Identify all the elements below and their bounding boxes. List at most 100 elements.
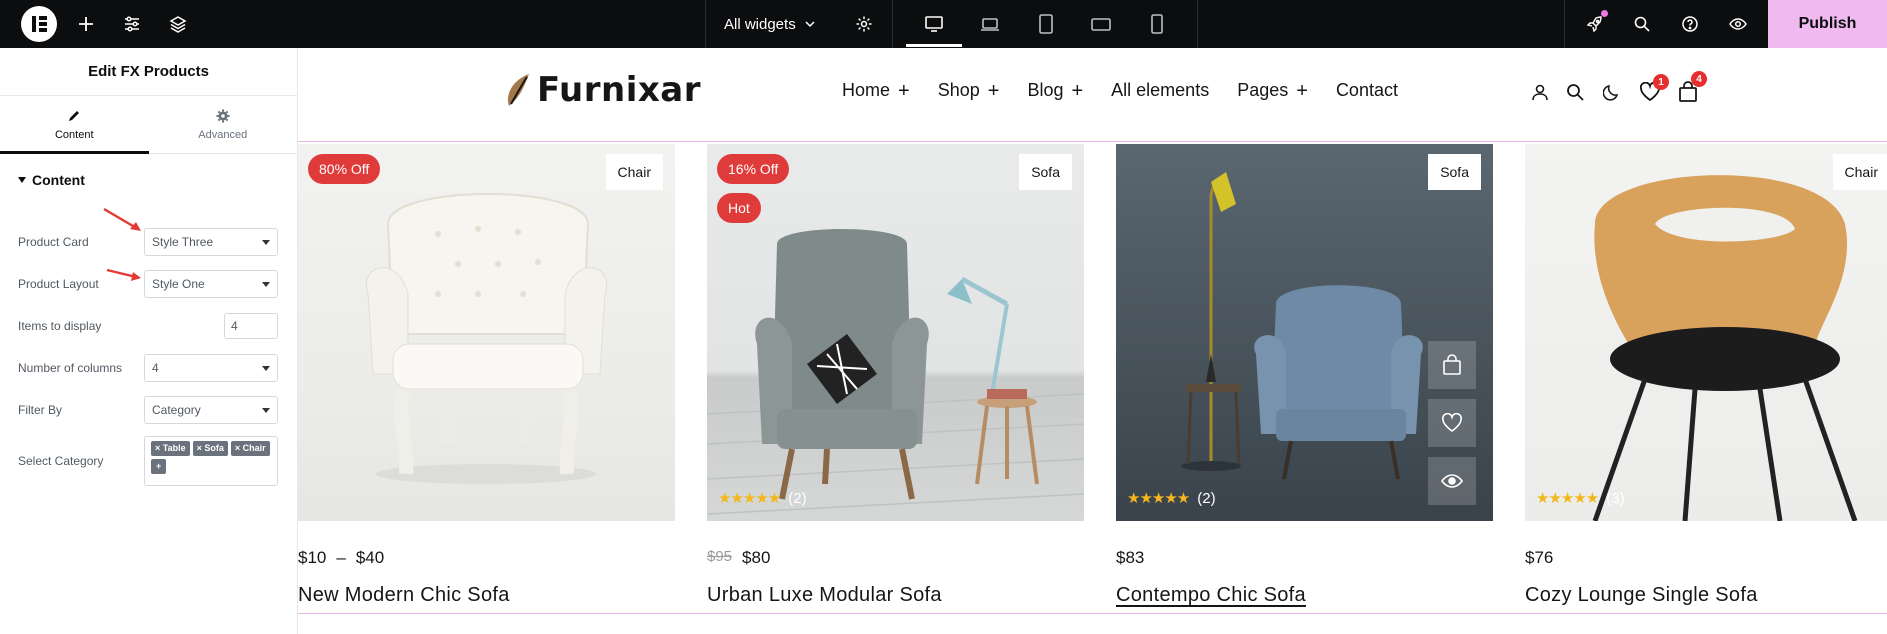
product-layout-label: Product Layout — [18, 277, 99, 291]
wishlist-count-badge: 1 — [1653, 74, 1669, 90]
product-price: $95 $80 — [707, 548, 770, 568]
editor-topbar: All widgets Publish — [0, 0, 1887, 48]
category-label[interactable]: Sofa — [1019, 154, 1072, 190]
plus-icon: + — [898, 79, 910, 102]
site-logo[interactable]: Furnixar — [503, 70, 701, 110]
product-image[interactable]: 80% Off Chair — [298, 144, 675, 521]
product-title[interactable]: Cozy Lounge Single Sofa — [1525, 584, 1758, 607]
pencil-icon — [69, 110, 80, 121]
content-section-toggle[interactable]: Content — [0, 154, 297, 206]
star-rating-icon: ★★★★★ — [718, 490, 781, 507]
category-label[interactable]: Chair — [605, 154, 663, 190]
dark-mode-moon-icon[interactable] — [1600, 80, 1624, 104]
nav-label: Pages — [1237, 80, 1289, 100]
heart-icon — [1442, 413, 1462, 432]
nav-item-pages[interactable]: Pages + — [1237, 80, 1308, 101]
category-tag-input[interactable]: × Table × Sofa × Chair + — [144, 436, 278, 486]
control-select-category: Select Category × Table × Sofa × Chair + — [18, 436, 278, 486]
product-title[interactable]: Urban Luxe Modular Sofa — [707, 584, 942, 607]
rating-count: (3) — [1606, 489, 1625, 507]
user-account-icon[interactable] — [1528, 80, 1552, 104]
product-rating: ★★★★★ (2) — [1127, 489, 1216, 508]
add-tag-button[interactable]: + — [151, 459, 167, 474]
product-image[interactable]: Chair ★★★★★ (3) — [1525, 144, 1887, 521]
preview-eye-icon[interactable] — [1726, 12, 1750, 36]
product-card[interactable]: 80% Off Chair $10 – $40 New Modern Chic … — [298, 144, 675, 606]
mobile-device-icon[interactable] — [1145, 12, 1169, 36]
gear-icon — [216, 109, 230, 122]
product-image[interactable]: Sofa ★★★★★ (2) — [1116, 144, 1493, 521]
annotation-arrow-icon — [106, 268, 141, 281]
search-icon[interactable] — [1630, 12, 1654, 36]
product-card[interactable]: 16% Off Hot Sofa ★★★★★ (2) $95 $80 Urban… — [707, 144, 1084, 606]
control-items-to-display: Items to display 4 — [18, 312, 278, 340]
rating-count: (2) — [1197, 489, 1216, 507]
columns-value: 4 — [152, 361, 159, 375]
columns-select[interactable]: 4 — [144, 354, 278, 382]
product-title[interactable]: New Modern Chic Sofa — [298, 584, 510, 607]
tag-chair[interactable]: × Chair — [230, 441, 270, 456]
widget-settings-panel: Edit FX Products Content Advanced Conten… — [0, 48, 298, 634]
nav-item-contact[interactable]: Contact — [1336, 80, 1398, 101]
chevron-down-icon — [805, 21, 815, 28]
nav-label: Contact — [1335, 80, 1398, 100]
tablet-portrait-icon[interactable] — [1034, 12, 1058, 36]
widgets-filter-dropdown[interactable]: All widgets — [724, 0, 816, 48]
notification-dot — [1601, 10, 1608, 17]
product-card[interactable]: Sofa ★★★★★ (2) $83 Contempo Chic Sofa — [1116, 144, 1493, 606]
control-product-layout: Product Layout Style One — [18, 270, 278, 298]
product-layout-select[interactable]: Style One — [144, 270, 278, 298]
main-navigation: Home + Shop + Blog + All elements Pages + Co… — [842, 80, 1398, 101]
quick-view-button[interactable] — [1428, 457, 1476, 505]
caret-icon — [262, 281, 270, 287]
site-settings-icon[interactable] — [120, 12, 144, 36]
laptop-device-icon[interactable] — [978, 12, 1002, 36]
tag-sofa[interactable]: × Sofa — [192, 441, 228, 456]
elementor-logo-button[interactable] — [21, 6, 57, 42]
panel-title: Edit FX Products — [0, 48, 297, 96]
product-card-select[interactable]: Style Three — [144, 228, 278, 256]
star-rating-icon: ★★★★★ — [1536, 490, 1599, 507]
active-device-indicator — [906, 44, 962, 47]
help-icon[interactable] — [1678, 12, 1702, 36]
desktop-device-icon[interactable] — [922, 12, 946, 36]
section-label: Content — [32, 172, 85, 188]
tablet-landscape-icon[interactable] — [1089, 12, 1113, 36]
publish-button[interactable]: Publish — [1768, 0, 1887, 48]
add-to-cart-button[interactable] — [1428, 341, 1476, 389]
nav-label: Home — [842, 80, 891, 100]
structure-layers-icon[interactable] — [166, 12, 190, 36]
hot-badge: Hot — [717, 193, 761, 223]
leaf-logo-icon — [507, 74, 529, 106]
discount-badge: 80% Off — [308, 154, 381, 184]
nav-item-home[interactable]: Home + — [842, 80, 910, 101]
items-to-display-input[interactable]: 4 — [224, 313, 278, 339]
cart-count-badge: 4 — [1691, 71, 1707, 87]
nav-item-blog[interactable]: Blog + — [1027, 80, 1083, 101]
eye-icon — [1441, 474, 1463, 488]
shopping-bag-icon — [1443, 354, 1461, 375]
tag-table[interactable]: × Table — [151, 441, 190, 456]
caret-icon — [262, 365, 270, 371]
price-separator: – — [336, 548, 346, 567]
category-label[interactable]: Sofa — [1428, 154, 1481, 190]
category-label[interactable]: Chair — [1832, 154, 1887, 190]
product-card[interactable]: Chair ★★★★★ (3) $76 Cozy Lounge Single S… — [1525, 144, 1887, 606]
product-image[interactable]: 16% Off Hot Sofa ★★★★★ (2) — [707, 144, 1084, 521]
plus-icon: + — [1071, 79, 1084, 102]
tab-advanced[interactable]: Advanced — [149, 96, 298, 153]
header-search-icon[interactable] — [1563, 80, 1587, 104]
product-title[interactable]: Contempo Chic Sofa — [1116, 584, 1306, 607]
nav-item-all-elements[interactable]: All elements — [1111, 80, 1209, 101]
page-settings-gear-icon[interactable] — [852, 12, 876, 36]
filter-by-value: Category — [152, 403, 201, 417]
plus-icon: + — [987, 79, 1000, 102]
nav-item-shop[interactable]: Shop + — [938, 80, 1000, 101]
add-element-icon[interactable] — [74, 12, 98, 36]
nav-label: Blog — [1027, 80, 1064, 100]
tab-content[interactable]: Content — [0, 96, 149, 154]
filter-by-select[interactable]: Category — [144, 396, 278, 424]
product-card-label: Product Card — [18, 235, 89, 249]
price-max: $40 — [355, 548, 385, 567]
add-to-wishlist-button[interactable] — [1428, 399, 1476, 447]
